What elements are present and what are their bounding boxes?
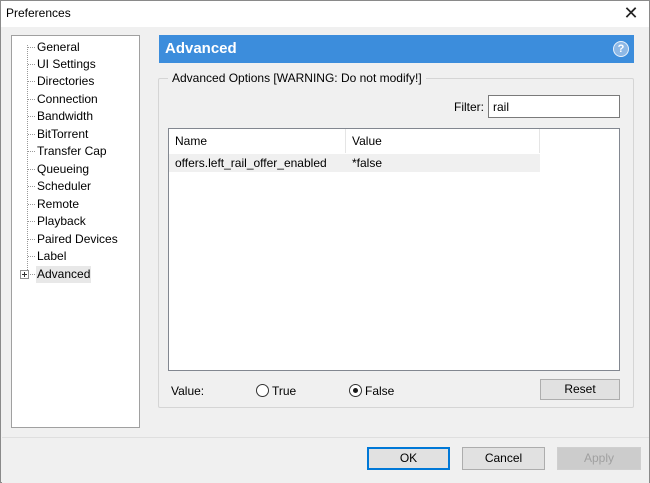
tree-item-label: Paired Devices [37, 232, 118, 246]
close-icon[interactable]: ✕ [621, 3, 641, 23]
tree-connector [28, 99, 35, 100]
tree-item-paired-devices[interactable]: Paired Devices [12, 231, 139, 248]
tree-connector [28, 81, 35, 82]
filter-label: Filter: [454, 100, 484, 114]
tree-item-label: Remote [37, 197, 80, 211]
title-bar: Preferences ✕ [1, 1, 649, 27]
tree-connector [28, 116, 35, 117]
radio-circle[interactable] [349, 384, 362, 397]
tree-item-directories[interactable]: Directories [12, 73, 139, 90]
tree-item-label: General [37, 40, 80, 54]
filter-input[interactable] [488, 95, 620, 118]
option-name-cell: offers.left_rail_offer_enabled [175, 156, 327, 170]
tree-connector [28, 134, 35, 135]
tree-item-label: Transfer Cap [37, 144, 107, 158]
ok-button[interactable]: OK [367, 447, 450, 470]
tree-item-scheduler[interactable]: Scheduler [12, 178, 139, 195]
tree-item-advanced[interactable]: Advanced [12, 266, 139, 283]
section-title: Advanced [165, 40, 237, 57]
tree-item-playback[interactable]: Playback [12, 213, 139, 230]
radio-circle[interactable] [256, 384, 269, 397]
tree-connector [28, 151, 35, 152]
false-radio[interactable]: False [349, 383, 399, 399]
option-value-cell: *false [352, 156, 383, 170]
value-label: Value: [171, 384, 205, 398]
tree-connector [28, 221, 35, 222]
tree-item-label: Bandwidth [37, 109, 94, 123]
apply-button[interactable]: Apply [557, 447, 641, 470]
tree-item-label: Queueing [37, 162, 90, 176]
table-row[interactable]: offers.left_rail_offer_enabled *false [169, 154, 540, 172]
tree-connector [28, 239, 35, 240]
radio-label: True [272, 384, 297, 398]
tree-item-queueing[interactable]: Queueing [12, 161, 139, 178]
tree-item-label: Scheduler [37, 179, 92, 193]
tree-item-remote[interactable]: Remote [12, 196, 139, 213]
tree-connector [28, 64, 35, 65]
dialog-footer [2, 437, 649, 483]
tree-connector [28, 204, 35, 205]
column-header-name[interactable]: Name [169, 129, 346, 153]
tree-item-bandwidth[interactable]: Bandwidth [12, 108, 139, 125]
tree-item-ui-settings[interactable]: UI Settings [12, 56, 139, 73]
tree-item-general[interactable]: General [12, 39, 139, 56]
column-header-value[interactable]: Value [346, 129, 540, 153]
preferences-window: Preferences ✕ General UI Settings Direct… [0, 0, 650, 483]
tree-connector [28, 169, 35, 170]
tree-item-label: Directories [37, 74, 95, 88]
tree-item-connection[interactable]: Connection [12, 91, 139, 108]
tree-item-label: Playback [37, 214, 86, 228]
help-icon[interactable]: ? [613, 41, 629, 57]
section-header: Advanced ? [159, 35, 634, 63]
options-list[interactable]: Name Value offers.left_rail_offer_enable… [168, 128, 620, 371]
radio-label: False [365, 384, 395, 398]
tree-connector [28, 47, 35, 48]
tree-item-label: Label [37, 249, 67, 263]
tree-item-label: Advanced [36, 266, 92, 283]
tree-item-bittorrent[interactable]: BitTorrent [12, 126, 139, 143]
window-title: Preferences [6, 6, 71, 20]
tree-connector [28, 186, 35, 187]
tree-item-transfer-cap[interactable]: Transfer Cap [12, 143, 139, 160]
group-legend: Advanced Options [WARNING: Do not modify… [168, 71, 426, 85]
reset-button[interactable]: Reset [540, 379, 620, 400]
tree-item-label: Connection [37, 92, 98, 106]
category-tree[interactable]: General UI Settings Directories Connecti… [11, 35, 140, 428]
tree-item-label: UI Settings [37, 57, 96, 71]
tree-connector [28, 256, 35, 257]
true-radio[interactable]: True [256, 383, 301, 399]
cancel-button[interactable]: Cancel [462, 447, 545, 470]
tree-item-label: BitTorrent [37, 127, 89, 141]
tree-item-label-category[interactable]: Label [12, 248, 139, 265]
tree-connector [28, 274, 35, 275]
